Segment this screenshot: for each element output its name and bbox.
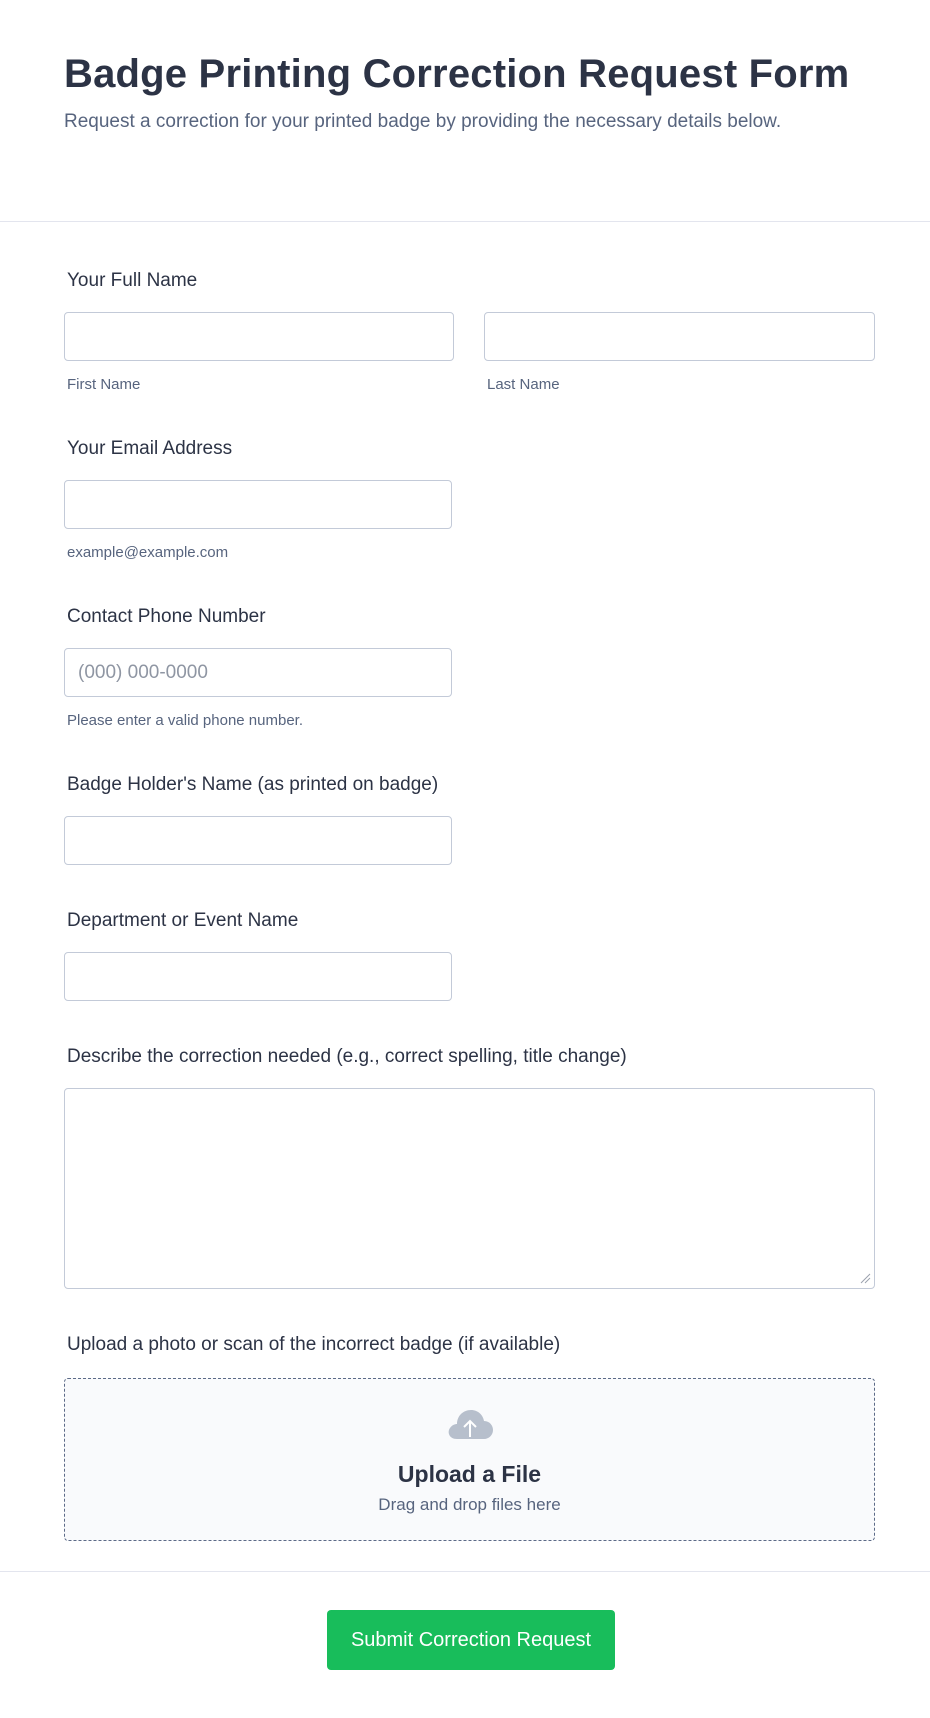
form-header: Badge Printing Correction Request Form R…	[0, 0, 930, 222]
submit-button[interactable]: Submit Correction Request	[327, 1610, 615, 1670]
first-name-input[interactable]	[64, 312, 454, 361]
form-card: Badge Printing Correction Request Form R…	[0, 0, 930, 1718]
email-sublabel: example@example.com	[67, 544, 229, 561]
badge-holder-input[interactable]	[64, 816, 452, 865]
form-title: Badge Printing Correction Request Form	[64, 52, 850, 96]
upload-label: Upload a photo or scan of the incorrect …	[67, 1334, 561, 1355]
email-label: Your Email Address	[67, 438, 233, 459]
cloud-upload-icon	[448, 1410, 493, 1439]
form-subtitle: Request a correction for your printed ba…	[64, 111, 782, 132]
last-name-input[interactable]	[484, 312, 875, 361]
file-upload-dropzone[interactable]: Upload a File Drag and drop files here	[64, 1378, 875, 1541]
last-name-sublabel: Last Name	[487, 376, 560, 393]
phone-sublabel: Please enter a valid phone number.	[67, 712, 303, 729]
upload-subtitle: Drag and drop files here	[378, 1495, 561, 1514]
upload-title: Upload a File	[397, 1461, 542, 1487]
form-footer: Submit Correction Request	[0, 1571, 930, 1718]
email-field[interactable]	[64, 480, 452, 529]
department-label: Department or Event Name	[67, 910, 299, 931]
full-name-label: Your Full Name	[67, 270, 198, 291]
phone-label: Contact Phone Number	[67, 606, 266, 627]
badge-holder-label: Badge Holder's Name (as printed on badge…	[67, 774, 439, 795]
correction-label: Describe the correction needed (e.g., co…	[67, 1046, 627, 1067]
phone-input[interactable]	[64, 648, 452, 697]
correction-textarea[interactable]	[64, 1088, 875, 1289]
first-name-sublabel: First Name	[67, 376, 141, 393]
resize-grip-icon[interactable]	[859, 1272, 871, 1284]
department-input[interactable]	[64, 952, 452, 1001]
